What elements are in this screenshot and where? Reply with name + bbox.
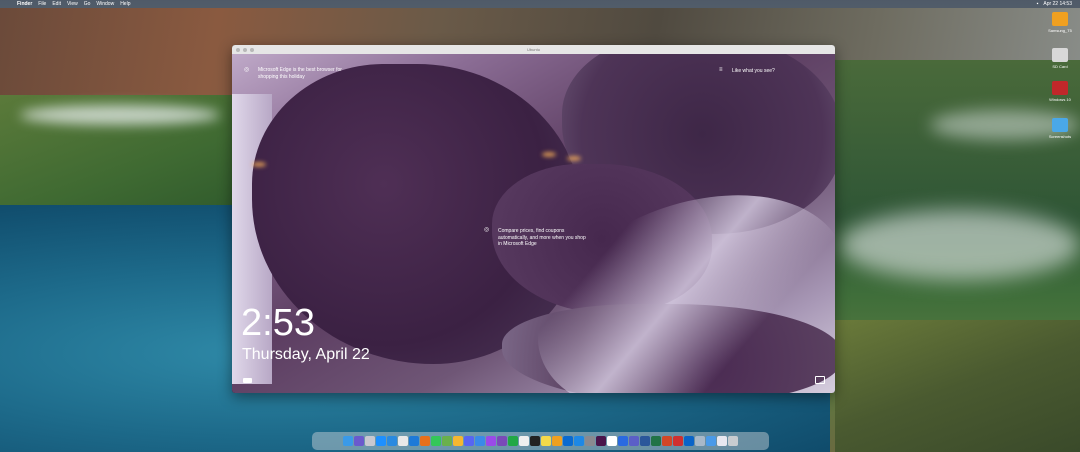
screenshots-folder-icon[interactable]: Screenshots [1045, 118, 1075, 139]
sd-card-drive-icon[interactable]: SD Card [1045, 48, 1075, 69]
samsung-t5-drive-image [1052, 12, 1068, 26]
lock-screen-date: Thursday, April 22 [242, 346, 370, 363]
dock-messenger-icon[interactable] [486, 436, 496, 446]
dock-launchpad-icon[interactable] [365, 436, 375, 446]
camera-icon: ◎ [244, 67, 250, 73]
dock-powerpoint-icon[interactable] [662, 436, 672, 446]
sd-card-drive-image [1052, 48, 1068, 62]
dock-system-preferences-icon[interactable] [585, 436, 595, 446]
dock-vm-windows-icon[interactable] [684, 436, 694, 446]
menu-window[interactable]: Window [96, 1, 114, 7]
desktop-icon-label: Samsung_T5 [1048, 28, 1072, 33]
menu-go[interactable]: Go [84, 1, 91, 7]
lockscreen-tip-center[interactable]: Compare prices, find coupons automatical… [498, 228, 588, 248]
status-bar-icon[interactable]: ▪ [1037, 1, 1039, 7]
window-title: Ubuntu [527, 47, 540, 52]
dock-notes-icon[interactable] [541, 436, 551, 446]
lock-screen-time: 2:53 [241, 302, 315, 344]
like-what-you-see-link[interactable]: Like what you see? [732, 68, 775, 75]
dock-photos-icon[interactable] [453, 436, 463, 446]
dock-siri-icon[interactable] [354, 436, 364, 446]
dock-word-icon[interactable] [640, 436, 650, 446]
desktop-icon-label: Windows 10 [1049, 97, 1071, 102]
menu-bar: Finder File Edit View Go Window Help ▪ A… [0, 0, 1080, 8]
dock-numbers-icon[interactable] [508, 436, 518, 446]
dock-messages-icon[interactable] [431, 436, 441, 446]
dock-chrome-icon[interactable] [398, 436, 408, 446]
dock-edge-icon[interactable] [409, 436, 419, 446]
window-titlebar[interactable]: Ubuntu [232, 45, 835, 54]
dock-todo-icon[interactable] [618, 436, 628, 446]
dock-trash-icon[interactable] [728, 436, 738, 446]
dock-documents-icon[interactable] [717, 436, 727, 446]
dock-terminal-icon[interactable] [530, 436, 540, 446]
dock-firefox-icon[interactable] [420, 436, 430, 446]
dock-notion-icon[interactable] [519, 436, 529, 446]
dock-app-store-icon[interactable] [376, 436, 386, 446]
dock-parallels-icon[interactable] [673, 436, 683, 446]
dock-excel-icon[interactable] [651, 436, 661, 446]
samsung-t5-drive-icon[interactable]: Samsung_T5 [1045, 12, 1075, 33]
windows-lock-screen[interactable]: ◎ Microsoft Edge is the best browser for… [232, 54, 835, 393]
dock-downloads-icon[interactable] [706, 436, 716, 446]
dock-discord-icon[interactable] [464, 436, 474, 446]
dock-teams-icon[interactable] [629, 436, 639, 446]
screenshots-folder-image [1052, 118, 1068, 132]
dock-mail-icon[interactable] [475, 436, 485, 446]
dock [312, 432, 769, 450]
monitor-icon [815, 376, 825, 384]
menu-edit[interactable]: Edit [52, 1, 61, 7]
desktop-icon-label: SD Card [1052, 64, 1068, 69]
dock-slack-icon[interactable] [596, 436, 606, 446]
menu-view[interactable]: View [67, 1, 78, 7]
info-icon: ≡ [719, 67, 723, 73]
camera-icon: ◎ [484, 227, 490, 233]
dock-maps-icon[interactable] [442, 436, 452, 446]
dock-outlook-icon[interactable] [563, 436, 573, 446]
dock-onedrive-icon[interactable] [574, 436, 584, 446]
menu-app-name[interactable]: Finder [17, 1, 32, 7]
dock-ticktick-icon[interactable] [497, 436, 507, 446]
windows-10-vm-icon[interactable]: Windows 10 [1045, 81, 1075, 102]
desktop-icon-label: Screenshots [1048, 134, 1072, 139]
dock-preview-icon[interactable] [695, 436, 705, 446]
menu-help[interactable]: Help [120, 1, 130, 7]
lockscreen-tip-top-left[interactable]: Microsoft Edge is the best browser for s… [258, 67, 348, 80]
network-icon [243, 378, 252, 383]
dock-calendar-icon[interactable] [607, 436, 617, 446]
menu-clock[interactable]: Apr 22 14:53 [1043, 1, 1072, 7]
dock-safari-icon[interactable] [387, 436, 397, 446]
menu-file[interactable]: File [38, 1, 46, 7]
windows-10-vm-image [1052, 81, 1068, 95]
dock-pages-icon[interactable] [552, 436, 562, 446]
vm-window: Ubuntu ◎ Microsoft Edge is the best brow… [232, 45, 835, 393]
dock-finder-icon[interactable] [343, 436, 353, 446]
